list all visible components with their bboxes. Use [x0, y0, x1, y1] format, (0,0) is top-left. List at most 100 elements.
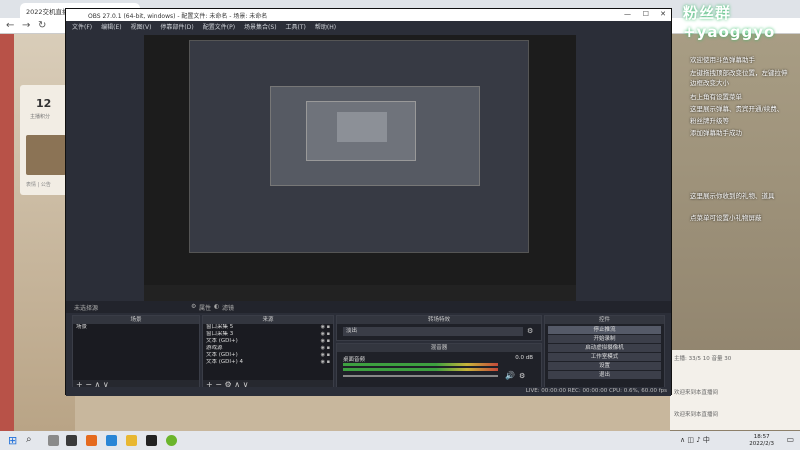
- stop-streaming-button[interactable]: 停止推流: [548, 326, 661, 334]
- forward-button[interactable]: →: [22, 20, 30, 32]
- source-label: 窗口采集 3: [206, 331, 234, 337]
- gear-icon[interactable]: ⚙: [519, 372, 525, 380]
- reload-button[interactable]: ↻: [38, 20, 46, 32]
- card-sub: 表情 | 公告: [26, 182, 51, 188]
- start-recording-button[interactable]: 开始录制: [548, 335, 661, 343]
- preview-nested-window: [306, 101, 416, 161]
- card-number: 12: [36, 97, 52, 110]
- preview-nested-window: [270, 86, 480, 186]
- danmaku-line: 添加弹幕助手成功: [690, 129, 742, 137]
- obs-titlebar: OBS 27.0.1 (64-bit, windows) - 配置文件: 未命名…: [66, 9, 671, 21]
- danmaku-line: 点菜单可设置小礼物屏蔽: [690, 214, 762, 222]
- preview-nested-window: [337, 112, 387, 142]
- gear-icon[interactable]: ⚙: [527, 327, 533, 335]
- source-label: 游戏源: [206, 345, 223, 351]
- source-label: 文本 (GDI+): [206, 352, 238, 358]
- clock-time: 18:57: [753, 434, 770, 440]
- scenes-dock: 场景 场景 + − ∧ ∨: [72, 315, 200, 391]
- audio-meter: [343, 368, 498, 371]
- gear-icon[interactable]: ⚙: [191, 303, 196, 310]
- source-item[interactable]: 文本 (GDI+) ◉ ▪: [203, 352, 333, 359]
- chat-panel: 主播: 33/5 10 音量 30 欢迎来到本直播间 欢迎来到本直播间: [670, 350, 800, 430]
- watermark-text: 粉丝群+yaoggyo: [683, 4, 776, 41]
- obs-docks: 场景 场景 + − ∧ ∨ 来源 窗口采集 5 ◉ ▪ 窗口采集 3 ◉ ▪ 文本 …: [66, 315, 671, 395]
- transition-select[interactable]: 淡出: [343, 327, 523, 336]
- preview-nested-window: [189, 40, 529, 253]
- eye-lock-icon[interactable]: ◉ ▪: [321, 331, 330, 338]
- menu-file[interactable]: 文件(F): [72, 22, 92, 31]
- filters-button[interactable]: 滤镜: [222, 303, 234, 312]
- card-label: 主播积分: [30, 114, 51, 120]
- obs-preview[interactable]: [144, 35, 576, 302]
- settings-button[interactable]: 设置: [548, 362, 661, 370]
- chat-line: 主播: 33/5 10 音量 30: [674, 356, 732, 362]
- scene-item[interactable]: 场景: [73, 324, 199, 331]
- transition-title: 转场特效: [337, 316, 541, 324]
- sources-title: 来源: [203, 316, 333, 324]
- minimize-icon[interactable]: —: [624, 10, 631, 18]
- close-icon[interactable]: ✕: [660, 10, 666, 18]
- card-thumbnail: [26, 135, 66, 175]
- menu-edit[interactable]: 编辑(E): [101, 22, 121, 31]
- danmaku-line: 这里展示你收到的礼物、道具: [690, 192, 775, 200]
- source-item[interactable]: 窗口采集 5 ◉ ▪: [203, 324, 333, 331]
- obs-statusbar: LIVE: 00:00:00 REC: 00:00:00 CPU: 0.6%, …: [66, 387, 671, 396]
- menu-scene-collection[interactable]: 场景集合(S): [244, 22, 277, 31]
- app-icon[interactable]: [146, 435, 157, 446]
- obs-app-icon[interactable]: [66, 435, 77, 446]
- maximize-icon[interactable]: ☐: [643, 10, 649, 18]
- source-label: 窗口采集 5: [206, 324, 234, 330]
- search-icon[interactable]: ⌕: [26, 434, 32, 445]
- virtual-camera-button[interactable]: 启动虚拟摄像机: [548, 344, 661, 352]
- source-item[interactable]: 游戏源 ◉ ▪: [203, 345, 333, 352]
- folder-icon[interactable]: [126, 435, 137, 446]
- eye-lock-icon[interactable]: ◉ ▪: [321, 352, 330, 359]
- mixer-dock: 混音器 桌面音频 0.0 dB 🔊 ⚙: [336, 343, 542, 391]
- audio-meter: [343, 363, 498, 366]
- danmaku-line: 边框改变大小: [690, 79, 729, 87]
- notification-icon[interactable]: ▭: [786, 435, 794, 444]
- chat-line: 欢迎来到本直播间: [674, 390, 719, 396]
- danmaku-line: 粉丝牌升级等: [690, 117, 729, 125]
- back-button[interactable]: ←: [6, 20, 14, 32]
- mixer-db: 0.0 dB: [515, 355, 533, 361]
- volume-slider[interactable]: [343, 375, 498, 377]
- eye-lock-icon[interactable]: ◉ ▪: [321, 324, 330, 331]
- obs-title: OBS 27.0.1 (64-bit, windows) - 配置文件: 未命名…: [88, 13, 268, 20]
- eye-lock-icon[interactable]: ◉ ▪: [321, 359, 330, 366]
- controls-title: 控件: [545, 316, 664, 324]
- page-left-strip: [0, 34, 14, 431]
- no-source-label: 未选择源: [74, 305, 99, 312]
- menu-tools[interactable]: 工具(T): [286, 22, 306, 31]
- app-icon[interactable]: [86, 435, 97, 446]
- source-item[interactable]: 文本 (GDI+) ◉ ▪: [203, 338, 333, 345]
- preview-taskbar: [144, 285, 576, 302]
- eye-lock-icon[interactable]: ◉ ▪: [321, 345, 330, 352]
- transition-dock: 转场特效 淡出 ⚙: [336, 315, 542, 341]
- windows-start-icon[interactable]: ⊞: [8, 434, 17, 447]
- speaker-icon[interactable]: 🔊: [505, 371, 515, 380]
- taskbar-clock[interactable]: 18:57 2022/2/3: [749, 434, 774, 448]
- properties-button[interactable]: 属性: [199, 303, 211, 312]
- tray-icons[interactable]: ∧ ◫ ♪ 中: [680, 435, 710, 445]
- chat-line: 欢迎来到本直播间: [674, 412, 719, 418]
- menu-profile[interactable]: 配置文件(P): [203, 22, 235, 31]
- source-toolbar: 未选择源 ⚙ 属性 ◐ 滤镜: [66, 301, 671, 313]
- eye-lock-icon[interactable]: ◉ ▪: [321, 338, 330, 345]
- menu-view[interactable]: 视图(V): [131, 22, 152, 31]
- danmaku-line: 右上角有设置菜单: [690, 93, 742, 101]
- danmaku-line: 欢迎使用斗鱼弹幕助手: [690, 56, 755, 64]
- task-view-icon[interactable]: [48, 435, 59, 446]
- studio-mode-button[interactable]: 工作室模式: [548, 353, 661, 361]
- windows-taskbar: ⊞ ⌕ ∧ ◫ ♪ 中 18:57 2022/2/3 ▭: [0, 431, 800, 450]
- source-item[interactable]: 窗口采集 3 ◉ ▪: [203, 331, 333, 338]
- exit-button[interactable]: 退出: [548, 371, 661, 379]
- edge-icon[interactable]: [106, 435, 117, 446]
- menu-help[interactable]: 帮助(H): [315, 22, 336, 31]
- menu-docks[interactable]: 停靠部件(D): [160, 22, 193, 31]
- app-icon[interactable]: [166, 435, 177, 446]
- danmaku-line: 这里展示弹幕、贵宾开通/续费、: [690, 105, 784, 113]
- source-item[interactable]: 文本 (GDI+) 4 ◉ ▪: [203, 359, 333, 366]
- filter-icon[interactable]: ◐: [214, 303, 219, 310]
- sources-dock: 来源 窗口采集 5 ◉ ▪ 窗口采集 3 ◉ ▪ 文本 (GDI+) ◉ ▪ 游戏源 ◉…: [202, 315, 334, 391]
